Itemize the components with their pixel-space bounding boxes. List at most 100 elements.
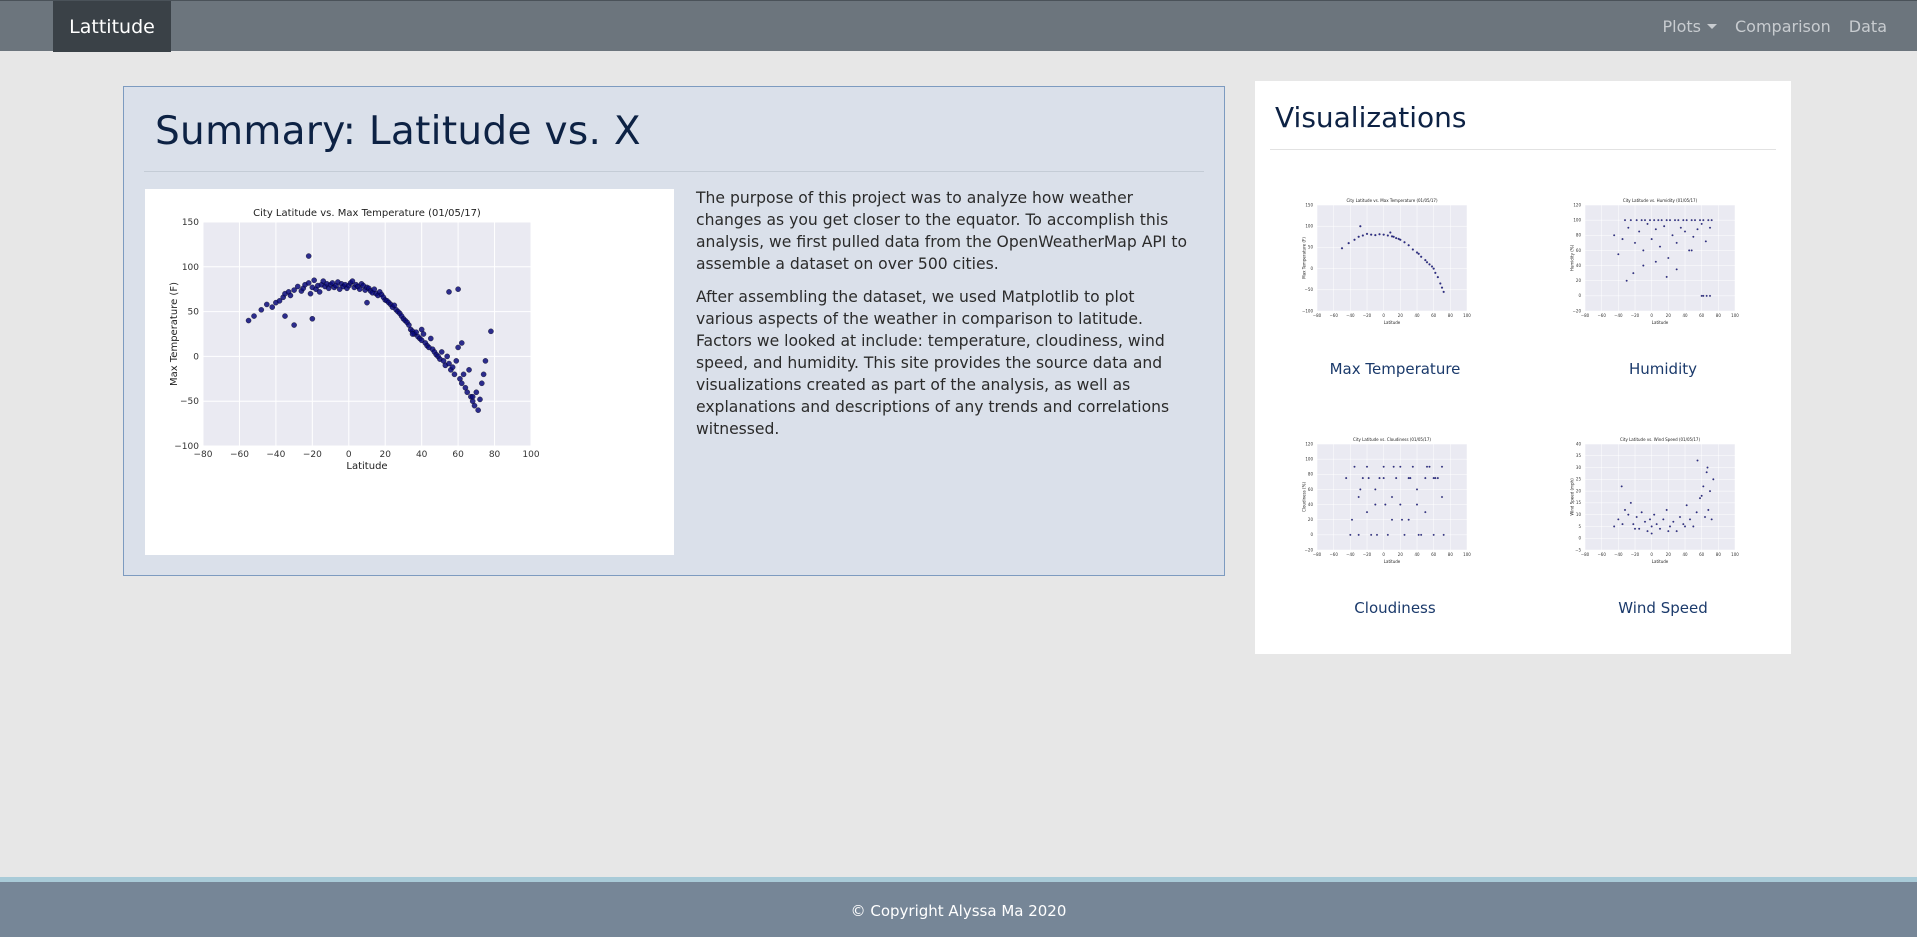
y-axis-label: Max Temperature (F)	[1301, 237, 1306, 279]
data-point	[1439, 282, 1442, 285]
x-tick-label: −60	[1329, 313, 1338, 318]
data-point	[1700, 494, 1703, 497]
y-tick-label: 100	[182, 263, 199, 273]
data-point	[1710, 219, 1713, 222]
data-point	[1629, 501, 1632, 504]
data-point	[459, 340, 465, 346]
data-point	[1357, 496, 1360, 498]
data-point	[1424, 259, 1427, 262]
x-tick-label: 0	[1650, 313, 1653, 318]
x-axis-label: Latitude	[1384, 559, 1401, 564]
data-point	[311, 277, 317, 283]
x-tick-label: 100	[522, 450, 539, 460]
cloudiness-thumbnail: −80 −60 −40 −20 0 20 40 60 80 100 −20 0 20 40 60 80 100 1…	[1301, 437, 1471, 564]
summary-description: The purpose of this project was to analy…	[696, 187, 1196, 451]
data-point	[1634, 241, 1636, 244]
data-point	[1692, 525, 1695, 528]
link-wind-speed[interactable]: Wind Speed	[1553, 599, 1773, 617]
chart-title: City Latitude vs. Max Temperature (01/05…	[253, 208, 481, 219]
data-point	[1650, 525, 1653, 528]
data-point	[1399, 465, 1402, 468]
y-tick-label: −20	[1305, 547, 1314, 552]
y-tick-label: 0	[1310, 266, 1313, 271]
data-point	[1685, 504, 1688, 507]
data-point	[305, 253, 312, 259]
data-point	[305, 280, 312, 286]
data-point	[446, 289, 452, 295]
x-tick-label: 100	[1731, 552, 1739, 557]
data-point	[1705, 471, 1708, 474]
data-point	[1679, 226, 1682, 229]
link-max-temperature[interactable]: Max Temperature	[1285, 360, 1505, 378]
link-humidity[interactable]: Humidity	[1553, 360, 1773, 378]
data-point	[1677, 219, 1680, 222]
data-point	[1709, 294, 1711, 297]
data-point	[1367, 477, 1370, 480]
data-point	[1699, 497, 1701, 500]
brand-link[interactable]: Lattitude	[53, 1, 171, 52]
y-axis-label: Max Temperature (F)	[169, 282, 180, 386]
y-tick-label: 40	[1576, 263, 1582, 268]
y-tick-label: 5	[1578, 524, 1581, 529]
visualizations-title: Visualizations	[1275, 101, 1467, 134]
data-point	[1376, 533, 1378, 536]
data-point	[1407, 518, 1410, 521]
data-point	[1692, 235, 1695, 238]
chart-title: City Latitude vs. Wind Speed (01/05/17)	[1620, 437, 1701, 442]
data-point	[1359, 488, 1362, 491]
data-point	[1663, 225, 1666, 228]
y-tick-label: −50	[180, 397, 199, 407]
plot-area	[203, 222, 531, 446]
data-point	[1386, 533, 1389, 536]
data-point	[1671, 234, 1674, 237]
data-point	[1665, 219, 1668, 222]
data-point	[1374, 503, 1377, 506]
data-point	[1391, 518, 1393, 521]
y-tick-label: 60	[1308, 487, 1314, 492]
data-point	[1646, 222, 1649, 225]
data-point	[1682, 219, 1685, 222]
thumb-cloudiness[interactable]: −80 −60 −40 −20 0 20 40 60 80 100 −20 0 20 40 60 80 100 1…	[1295, 432, 1495, 582]
data-point	[1417, 533, 1420, 536]
x-tick-label: 20	[1666, 552, 1672, 557]
max-temperature-thumbnail: −80 −60 −40 −20 0 20 40 60 80 100 −100 −50 0 50 100 150…	[1301, 198, 1471, 325]
plot-area	[1317, 205, 1467, 311]
data-point	[1675, 530, 1678, 533]
thumb-humidity[interactable]: −80 −60 −40 −20 0 20 40 60 80 100 −20 0 20 40 60 80 100 1…	[1563, 193, 1763, 343]
data-point	[1644, 520, 1646, 523]
data-point	[1659, 245, 1661, 248]
y-tick-label: −100	[174, 442, 199, 452]
x-tick-label: 80	[1448, 313, 1454, 318]
y-tick-label: 25	[1576, 477, 1582, 482]
link-cloudiness[interactable]: Cloudiness	[1285, 599, 1505, 617]
data-point	[1702, 485, 1705, 488]
nav-data-link[interactable]: Data	[1849, 17, 1887, 36]
x-tick-label: −40	[1346, 552, 1355, 557]
summary-paragraph-1: The purpose of this project was to analy…	[696, 189, 1188, 273]
thumb-max-temperature[interactable]: −80 −60 −40 −20 0 20 40 60 80 100 −100 −50 0 50 100 150…	[1295, 193, 1495, 343]
x-tick-label: 0	[346, 450, 352, 460]
data-point	[1665, 275, 1668, 278]
data-point	[1662, 518, 1665, 521]
data-point	[1650, 532, 1653, 535]
data-point	[1688, 249, 1691, 252]
data-point	[1425, 261, 1429, 264]
data-point	[1378, 233, 1381, 236]
data-point	[1621, 523, 1624, 526]
data-point	[1649, 219, 1651, 222]
data-point	[1699, 219, 1701, 222]
thumb-wind-speed[interactable]: −80 −60 −40 −20 0 20 40 60 80 100 −5 0 5 10 15 20 25 30 35…	[1563, 432, 1763, 582]
data-point	[316, 289, 323, 295]
data-point	[1389, 231, 1392, 234]
nav-plots-dropdown[interactable]: Plots	[1663, 17, 1717, 36]
data-point	[1353, 465, 1356, 468]
chart-title: City Latitude vs. Cloudiness (01/05/17)	[1353, 437, 1431, 442]
chart-title: City Latitude vs. Max Temperature (01/05…	[1346, 198, 1438, 203]
x-tick-label: 20	[1398, 313, 1404, 318]
x-tick-label: −60	[1597, 313, 1606, 318]
nav-comparison-link[interactable]: Comparison	[1735, 17, 1831, 36]
data-point	[1702, 219, 1705, 222]
data-point	[1689, 518, 1691, 521]
data-point	[364, 299, 370, 306]
data-point	[1370, 533, 1373, 536]
